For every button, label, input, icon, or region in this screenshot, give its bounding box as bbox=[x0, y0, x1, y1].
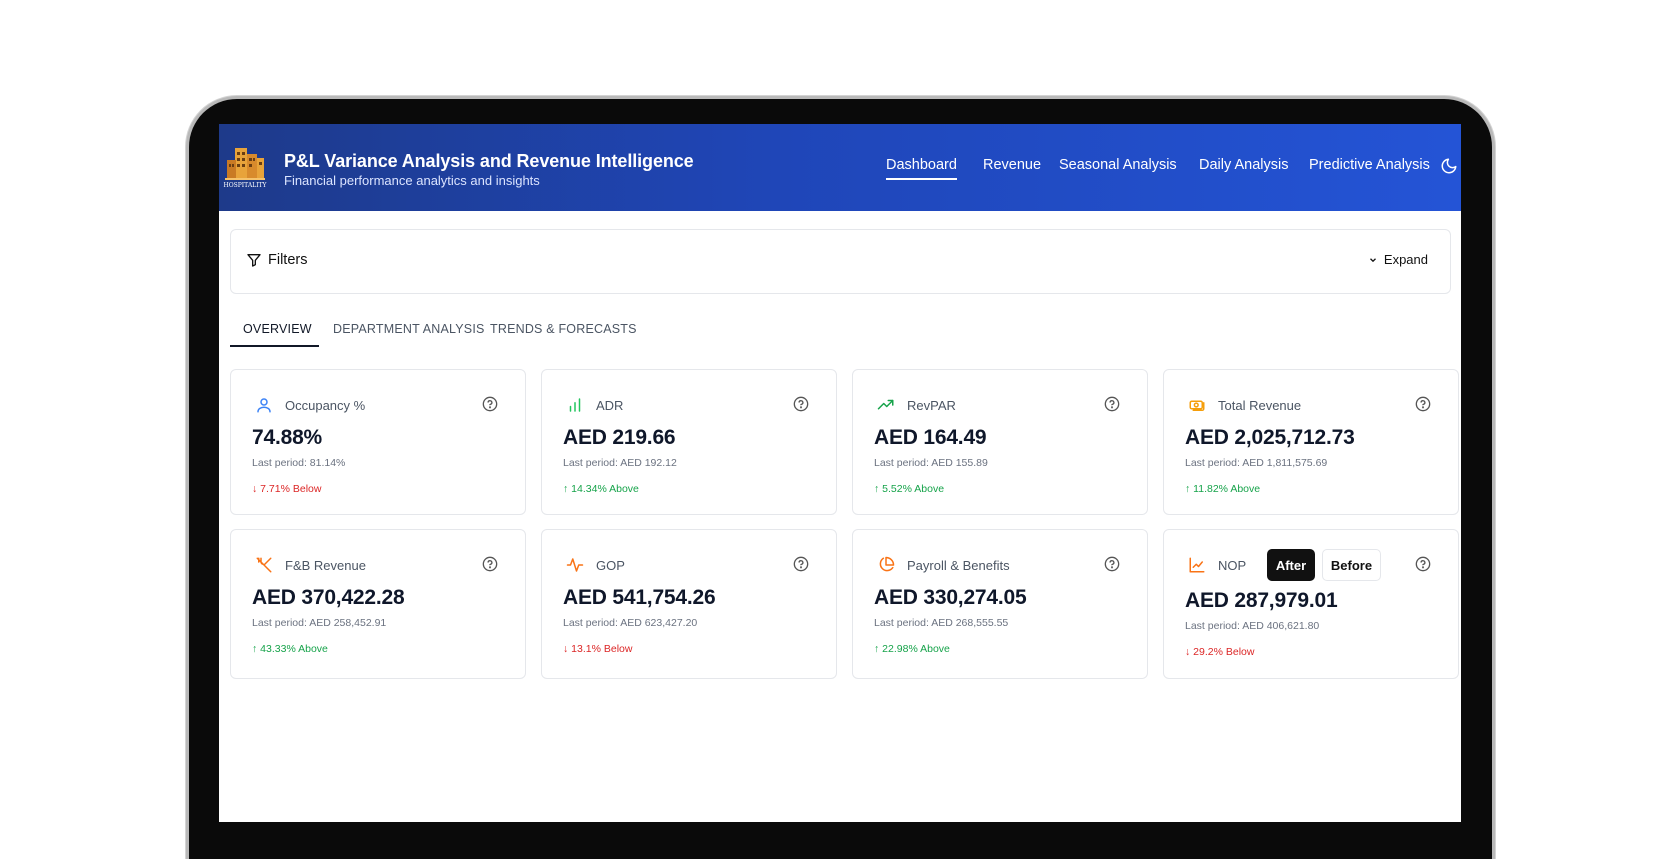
filter-icon bbox=[247, 254, 261, 267]
kpi-last-period: Last period: 81.14% bbox=[252, 457, 346, 469]
nav-seasonal-analysis[interactable]: Seasonal Analysis bbox=[1059, 157, 1177, 173]
kpi-last-period: Last period: AED 406,621.80 bbox=[1185, 620, 1320, 632]
help-icon[interactable] bbox=[1104, 396, 1120, 412]
svg-text:HOSPITALITY: HOSPITALITY bbox=[224, 182, 268, 189]
kpi-card-revpar: RevPAR AED 164.49 Last period: AED 155.8… bbox=[852, 369, 1148, 515]
hospitality-logo: HOSPITALITY bbox=[224, 148, 268, 189]
tab-overview[interactable]: OVERVIEW bbox=[243, 322, 312, 336]
nop-after-toggle[interactable]: After bbox=[1267, 549, 1315, 581]
app-header: HOSPITALITY P&L Variance Analysis and Re… bbox=[219, 124, 1461, 211]
nav-daily-analysis[interactable]: Daily Analysis bbox=[1199, 157, 1288, 173]
kpi-last-period: Last period: AED 623,427.20 bbox=[563, 617, 698, 629]
kpi-label: Payroll & Benefits bbox=[907, 558, 1010, 573]
help-icon[interactable] bbox=[1415, 556, 1431, 572]
kpi-last-period: Last period: AED 1,811,575.69 bbox=[1185, 457, 1328, 469]
help-icon[interactable] bbox=[1415, 396, 1431, 412]
kpi-label: NOP bbox=[1218, 558, 1247, 573]
bar-chart-icon bbox=[569, 398, 581, 412]
line-chart-icon bbox=[1189, 557, 1205, 573]
app-title: P&L Variance Analysis and Revenue Intell… bbox=[284, 151, 694, 171]
user-icon bbox=[257, 398, 271, 413]
kpi-change: ↓ 29.2% Below bbox=[1185, 646, 1255, 658]
kpi-card-occupancy: Occupancy % 74.88% Last period: 81.14% ↓… bbox=[230, 369, 526, 515]
expand-button[interactable]: Expand bbox=[1368, 252, 1428, 267]
kpi-label: Occupancy % bbox=[285, 398, 366, 413]
kpi-label: RevPAR bbox=[907, 398, 956, 413]
kpi-change: ↑ 5.52% Above bbox=[874, 483, 945, 495]
kpi-value: AED 164.49 bbox=[874, 426, 987, 449]
tab-bar: OVERVIEW DEPARTMENT ANALYSIS TRENDS & FO… bbox=[230, 312, 830, 347]
kpi-last-period: Last period: AED 268,555.55 bbox=[874, 617, 1009, 629]
kpi-change: ↑ 11.82% Above bbox=[1185, 483, 1261, 495]
kpi-last-period: Last period: AED 192.12 bbox=[563, 457, 677, 469]
help-icon[interactable] bbox=[482, 556, 498, 572]
cash-icon bbox=[1189, 400, 1205, 411]
tab-department-analysis[interactable]: DEPARTMENT ANALYSIS bbox=[333, 322, 485, 336]
pie-chart-icon bbox=[879, 556, 895, 572]
expand-label: Expand bbox=[1383, 252, 1428, 267]
filters-label: Filters bbox=[268, 252, 308, 268]
kpi-value: AED 287,979.01 bbox=[1185, 589, 1338, 612]
kpi-value: AED 370,422.28 bbox=[252, 586, 405, 609]
kpi-card-adr: ADR AED 219.66 Last period: AED 192.12 ↑… bbox=[541, 369, 837, 515]
help-icon[interactable] bbox=[482, 396, 498, 412]
kpi-value: AED 330,274.05 bbox=[874, 586, 1027, 609]
kpi-value: AED 541,754.26 bbox=[563, 586, 716, 609]
kpi-value: AED 219.66 bbox=[563, 426, 676, 449]
help-icon[interactable] bbox=[793, 556, 809, 572]
utensils-icon bbox=[256, 557, 272, 573]
kpi-last-period: Last period: AED 258,452.91 bbox=[252, 617, 387, 629]
moon-icon[interactable] bbox=[1440, 157, 1458, 175]
nav-revenue[interactable]: Revenue bbox=[983, 157, 1041, 173]
kpi-card-total-revenue: Total Revenue AED 2,025,712.73 Last peri… bbox=[1163, 369, 1459, 515]
kpi-card-gop: GOP AED 541,754.26 Last period: AED 623,… bbox=[541, 529, 837, 679]
kpi-change: ↑ 43.33% Above bbox=[252, 643, 328, 655]
nop-before-toggle[interactable]: Before bbox=[1322, 549, 1381, 581]
kpi-card-nop: NOP After Before AED 287,979.01 Last per… bbox=[1163, 529, 1459, 679]
kpi-last-period: Last period: AED 155.89 bbox=[874, 457, 988, 469]
filters-panel[interactable]: Filters Expand bbox=[230, 229, 1451, 294]
kpi-change: ↓ 13.1% Below bbox=[563, 643, 633, 655]
kpi-value: AED 2,025,712.73 bbox=[1185, 426, 1355, 449]
kpi-label: ADR bbox=[596, 398, 624, 413]
kpi-label: F&B Revenue bbox=[285, 558, 366, 573]
activity-icon bbox=[566, 558, 584, 572]
trending-up-icon bbox=[877, 399, 894, 410]
kpi-value: 74.88% bbox=[252, 426, 323, 449]
kpi-card-payroll: Payroll & Benefits AED 330,274.05 Last p… bbox=[852, 529, 1148, 679]
app-subtitle: Financial performance analytics and insi… bbox=[284, 173, 540, 188]
tab-trends-forecasts[interactable]: TRENDS & FORECASTS bbox=[490, 322, 637, 336]
kpi-change: ↓ 7.71% Below bbox=[252, 483, 322, 495]
help-icon[interactable] bbox=[793, 396, 809, 412]
nav-dashboard[interactable]: Dashboard bbox=[886, 157, 957, 180]
chevron-down-icon bbox=[1369, 257, 1376, 262]
kpi-label: Total Revenue bbox=[1218, 398, 1302, 413]
kpi-card-fb-revenue: F&B Revenue AED 370,422.28 Last period: … bbox=[230, 529, 526, 679]
nav-predictive-analysis[interactable]: Predictive Analysis bbox=[1309, 157, 1430, 173]
kpi-label: GOP bbox=[596, 558, 625, 573]
app-screen: HOSPITALITY P&L Variance Analysis and Re… bbox=[219, 124, 1461, 822]
kpi-change: ↑ 22.98% Above bbox=[874, 643, 950, 655]
active-tab-indicator bbox=[230, 345, 319, 347]
help-icon[interactable] bbox=[1104, 556, 1120, 572]
kpi-change: ↑ 14.34% Above bbox=[563, 483, 639, 495]
